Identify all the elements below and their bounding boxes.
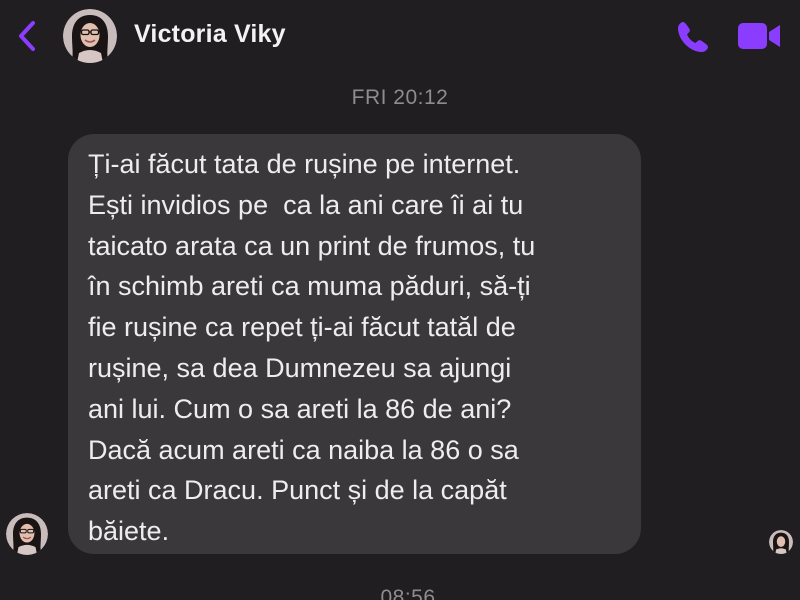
contact-avatar[interactable] (63, 9, 117, 63)
chat-screen: Victoria Viky FRI 20:12 Ți-ai făcut tata… (0, 0, 800, 600)
message-timestamp-next: 08:56 (380, 586, 436, 600)
message-text: Ți-ai făcut tata de rușine pe internet. … (88, 149, 536, 547)
video-call-button[interactable] (736, 20, 782, 52)
chevron-left-icon (19, 21, 35, 51)
message-timestamp: FRI 20:12 (351, 86, 449, 109)
back-button[interactable] (12, 18, 42, 54)
video-camera-icon (738, 23, 780, 49)
contact-name[interactable]: Victoria Viky (134, 20, 286, 49)
read-receipt-avatar (769, 530, 793, 554)
sender-avatar[interactable] (6, 513, 48, 555)
voice-call-button[interactable] (674, 18, 712, 56)
message-bubble[interactable]: Ți-ai făcut tata de rușine pe internet. … (68, 134, 641, 554)
phone-icon (678, 22, 708, 52)
